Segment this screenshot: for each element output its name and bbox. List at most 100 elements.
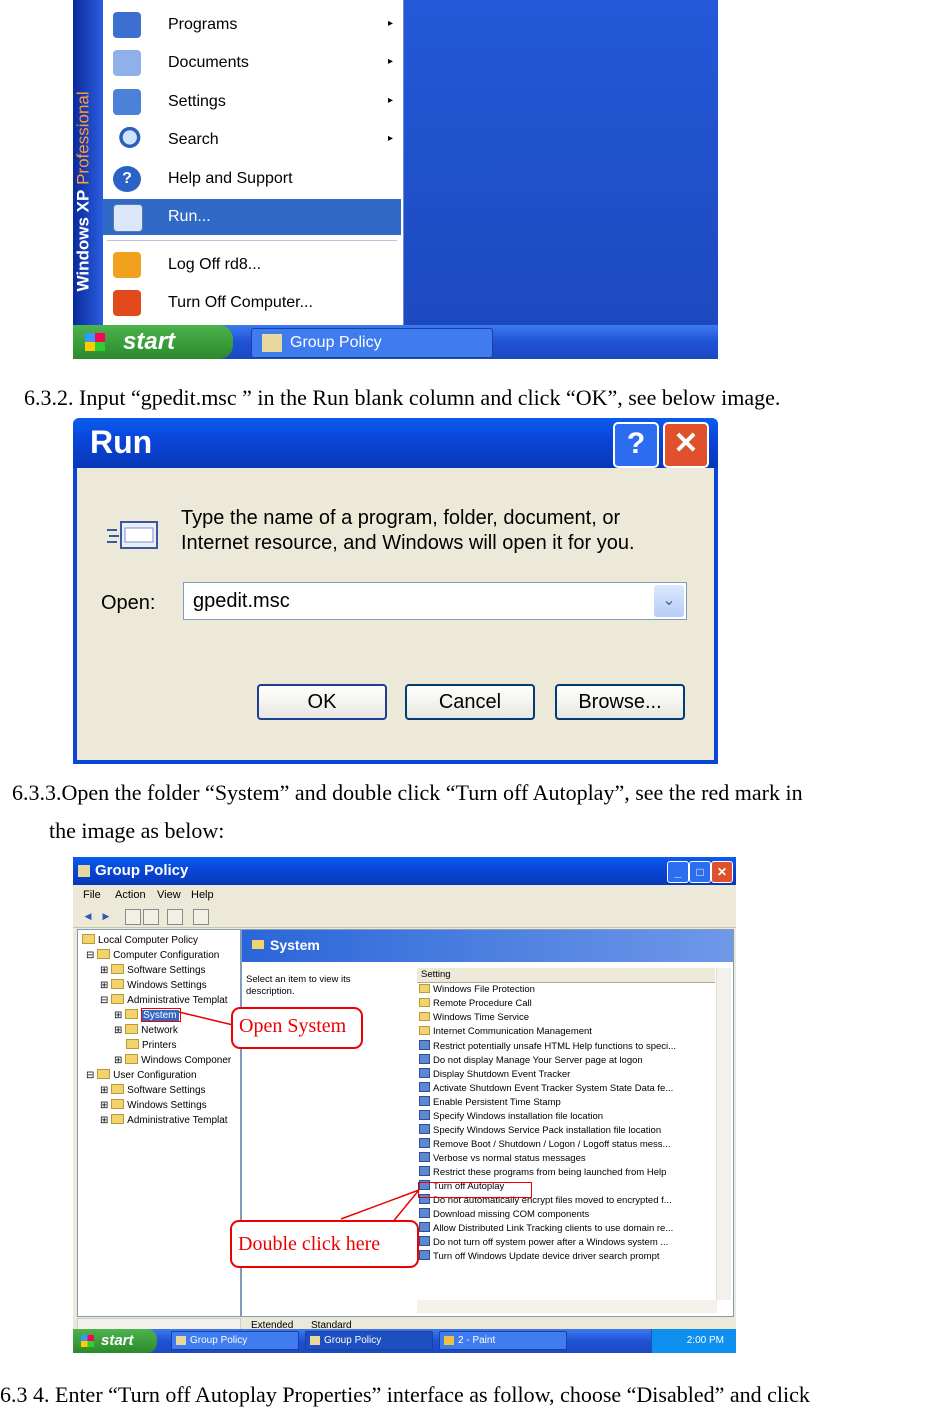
band-label-bold: Windows XP: [73, 189, 93, 292]
tree-node[interactable]: ⊞ Network: [114, 1024, 178, 1036]
ok-button[interactable]: OK: [257, 684, 387, 720]
menu-item-search[interactable]: Search ▸: [103, 122, 401, 158]
settings-row[interactable]: Download missing COM components: [419, 1208, 715, 1222]
settings-row[interactable]: Specify Windows Service Pack installatio…: [419, 1124, 715, 1138]
up-folder-icon[interactable]: [125, 909, 141, 925]
tree-node[interactable]: ⊞ Windows Settings: [100, 979, 207, 991]
tree-node[interactable]: ⊟ Administrative Templat: [100, 994, 228, 1006]
programs-icon: [113, 12, 141, 38]
tree-node[interactable]: ⊟ Computer Configuration: [86, 949, 219, 961]
column-header-setting[interactable]: Setting: [417, 968, 715, 983]
start-button[interactable]: start: [73, 325, 233, 359]
settings-row[interactable]: Do not display Manage Your Server page a…: [419, 1054, 715, 1068]
settings-row[interactable]: Display Shutdown Event Tracker: [419, 1068, 715, 1082]
help-button[interactable]: ?: [613, 422, 659, 468]
settings-row[interactable]: Verbose vs normal status messages: [419, 1152, 715, 1166]
chevron-down-icon[interactable]: ⌄: [654, 585, 684, 617]
settings-row[interactable]: Turn off Windows Update device driver se…: [419, 1250, 715, 1264]
open-input[interactable]: gpedit.msc ⌄: [183, 582, 687, 620]
turn-off-autoplay-highlight: [418, 1182, 532, 1198]
menu-item-turnoff[interactable]: Turn Off Computer...: [103, 285, 401, 321]
start-menu-screenshot: Windows XP Professional Programs ▸ Docum…: [73, 0, 718, 359]
settings-row[interactable]: Remote Procedure Call: [419, 998, 715, 1012]
gp-menu-bar: File Action View Help: [73, 885, 736, 905]
tree-node[interactable]: Printers: [126, 1039, 176, 1051]
group-policy-icon: [310, 1336, 320, 1345]
settings-icon: [113, 89, 141, 115]
menu-label: Turn Off Computer...: [168, 294, 313, 311]
menu-item-settings[interactable]: Settings ▸: [103, 84, 401, 120]
settings-row-label: Specify Windows Service Pack installatio…: [433, 1125, 662, 1136]
horizontal-scrollbar[interactable]: [417, 1300, 717, 1313]
policy-setting-icon: [419, 1222, 430, 1232]
export-icon[interactable]: [167, 909, 183, 925]
menu-label: Settings: [168, 93, 226, 110]
tree-node[interactable]: Local Computer Policy: [82, 934, 198, 946]
tree-node[interactable]: ⊟ User Configuration: [86, 1069, 197, 1081]
menu-view[interactable]: View: [157, 889, 181, 901]
menu-file[interactable]: File: [83, 889, 101, 901]
menu-item-logoff[interactable]: Log Off rd8...: [103, 247, 401, 283]
clock: 2:00 PM: [686, 1335, 724, 1346]
tree-node[interactable]: ⊞ Administrative Templat: [100, 1114, 228, 1126]
settings-row[interactable]: Enable Persistent Time Stamp: [419, 1096, 715, 1110]
minimize-button[interactable]: _: [667, 861, 689, 883]
menu-action[interactable]: Action: [115, 889, 146, 901]
show-tree-icon[interactable]: [143, 909, 159, 925]
settings-row-label: Do not display Manage Your Server page a…: [433, 1055, 643, 1066]
submenu-arrow-icon: ▸: [387, 56, 393, 67]
menu-item-help[interactable]: ? Help and Support: [103, 161, 401, 197]
menu-item-programs[interactable]: Programs ▸: [103, 7, 401, 43]
settings-row[interactable]: Specify Windows installation file locati…: [419, 1110, 715, 1124]
tree-node[interactable]: ⊞ Windows Settings: [100, 1099, 207, 1111]
policy-setting-icon: [419, 1208, 430, 1218]
menu-item-run[interactable]: Run...: [103, 199, 401, 235]
taskbar-item[interactable]: Group Policy: [171, 1331, 299, 1350]
tree-node[interactable]: ⊞ Software Settings: [100, 1084, 206, 1096]
vertical-scrollbar[interactable]: [716, 968, 731, 1300]
browse-button[interactable]: Browse...: [555, 684, 685, 720]
settings-row-label: Enable Persistent Time Stamp: [433, 1097, 561, 1108]
gp-title-bar: Group Policy _ □ ✕: [73, 857, 736, 885]
settings-row[interactable]: Restrict these programs from being launc…: [419, 1166, 715, 1180]
menu-help[interactable]: Help: [191, 889, 214, 901]
settings-row[interactable]: Allow Distributed Link Tracking clients …: [419, 1222, 715, 1236]
folder-icon: [419, 1012, 430, 1021]
start-button[interactable]: start: [73, 1329, 157, 1353]
run-dialog-screenshot: Run ? ✕ Type the name of a program, fold…: [73, 418, 718, 764]
taskbar-item[interactable]: 2 - Paint: [439, 1331, 567, 1350]
caption-step-6-3-3-line1: 6.3.3.Open the folder “System” and doubl…: [12, 780, 803, 805]
settings-row[interactable]: Windows Time Service: [419, 1012, 715, 1026]
windows-logo-icon: [81, 1335, 94, 1347]
run-prompt: Type the name of a program, folder, docu…: [181, 506, 635, 556]
policy-setting-icon: [419, 1250, 430, 1260]
menu-label: Run...: [168, 208, 211, 225]
settings-row[interactable]: Do not turn off system power after a Win…: [419, 1236, 715, 1250]
help-icon[interactable]: [193, 909, 209, 925]
system-tray: 2:00 PM: [651, 1329, 736, 1353]
settings-row[interactable]: Remove Boot / Shutdown / Logon / Logoff …: [419, 1138, 715, 1152]
settings-row[interactable]: Windows File Protection: [419, 984, 715, 998]
back-icon[interactable]: ◀: [81, 909, 95, 923]
menu-item-documents[interactable]: Documents ▸: [103, 45, 401, 81]
tree-node[interactable]: ⊞ Windows Componer: [114, 1054, 231, 1066]
settings-row-label: Allow Distributed Link Tracking clients …: [433, 1223, 674, 1234]
tree-node[interactable]: ⊞ Software Settings: [100, 964, 206, 976]
taskbar-item-group-policy[interactable]: Group Policy: [251, 328, 493, 358]
policy-setting-icon: [419, 1068, 430, 1078]
menu-label: Log Off rd8...: [168, 256, 262, 273]
close-button[interactable]: ✕: [663, 422, 709, 468]
cancel-button[interactable]: Cancel: [405, 684, 535, 720]
taskbar-item[interactable]: Group Policy: [305, 1331, 433, 1350]
settings-row[interactable]: Internet Communication Management: [419, 1026, 715, 1040]
settings-row[interactable]: Restrict potentially unsafe HTML Help fu…: [419, 1040, 715, 1054]
close-button[interactable]: ✕: [711, 861, 733, 883]
maximize-button[interactable]: □: [689, 861, 711, 883]
start-label: start: [123, 328, 176, 355]
policy-setting-icon: [419, 1082, 430, 1092]
annotation-double-click: Double click here: [230, 1220, 419, 1268]
forward-icon[interactable]: ▶: [99, 909, 113, 923]
group-policy-screenshot: Group Policy _ □ ✕ File Action View Help…: [73, 857, 736, 1353]
settings-row[interactable]: Activate Shutdown Event Tracker System S…: [419, 1082, 715, 1096]
policy-setting-icon: [419, 1040, 430, 1050]
